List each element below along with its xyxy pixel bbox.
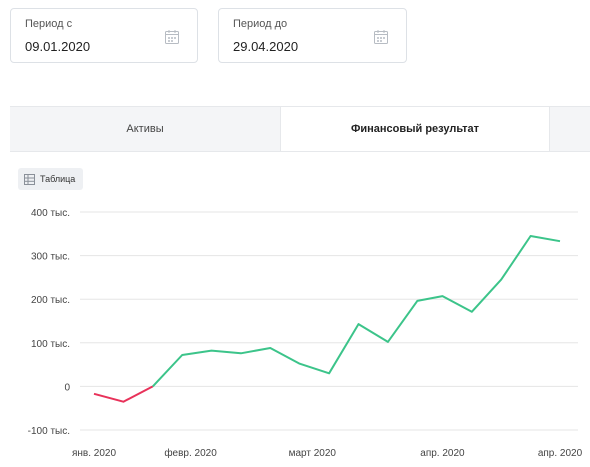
y-tick-label: 400 тыс. — [31, 208, 70, 219]
tab-bar: Активы Финансовый результат — [10, 106, 590, 152]
calendar-icon[interactable] — [164, 29, 180, 45]
period-to-field[interactable]: Период до 29.04.2020 — [218, 8, 407, 63]
period-to-value[interactable]: 29.04.2020 — [233, 39, 298, 54]
y-tick-label: 300 тыс. — [31, 252, 70, 263]
y-tick-label: 0 — [64, 382, 70, 393]
period-from-value[interactable]: 09.01.2020 — [25, 39, 90, 54]
financial-result-chart: 400 тыс. 300 тыс. 200 тыс. 100 тыс. 0 -100 ты… — [28, 208, 583, 459]
calendar-icon[interactable] — [373, 29, 389, 45]
x-tick-label: февр. 2020 — [164, 447, 217, 459]
series-line-negative — [93, 385, 154, 403]
table-view-label: Таблица — [40, 174, 76, 184]
y-tick-label: -100 тыс. — [28, 426, 70, 437]
table-icon — [24, 173, 35, 185]
period-from-field[interactable]: Период с 09.01.2020 — [10, 8, 198, 63]
table-view-button[interactable]: Таблица — [18, 168, 84, 190]
y-tick-label: 100 тыс. — [31, 339, 70, 350]
period-from-label: Период с — [25, 18, 73, 30]
y-tick-label: 200 тыс. — [31, 295, 70, 306]
period-to-label: Период до — [233, 18, 288, 30]
tab-assets[interactable]: Активы — [10, 107, 280, 151]
x-tick-label: янв. 2020 — [72, 448, 116, 459]
x-tick-label: март 2020 — [289, 448, 337, 459]
tab-more[interactable] — [550, 107, 590, 151]
x-tick-label: апр. 2020 — [420, 448, 465, 459]
tab-financial-result[interactable]: Финансовый результат — [280, 107, 550, 151]
series-line-positive — [152, 235, 561, 388]
x-tick-label: апр. 2020 — [538, 448, 583, 459]
